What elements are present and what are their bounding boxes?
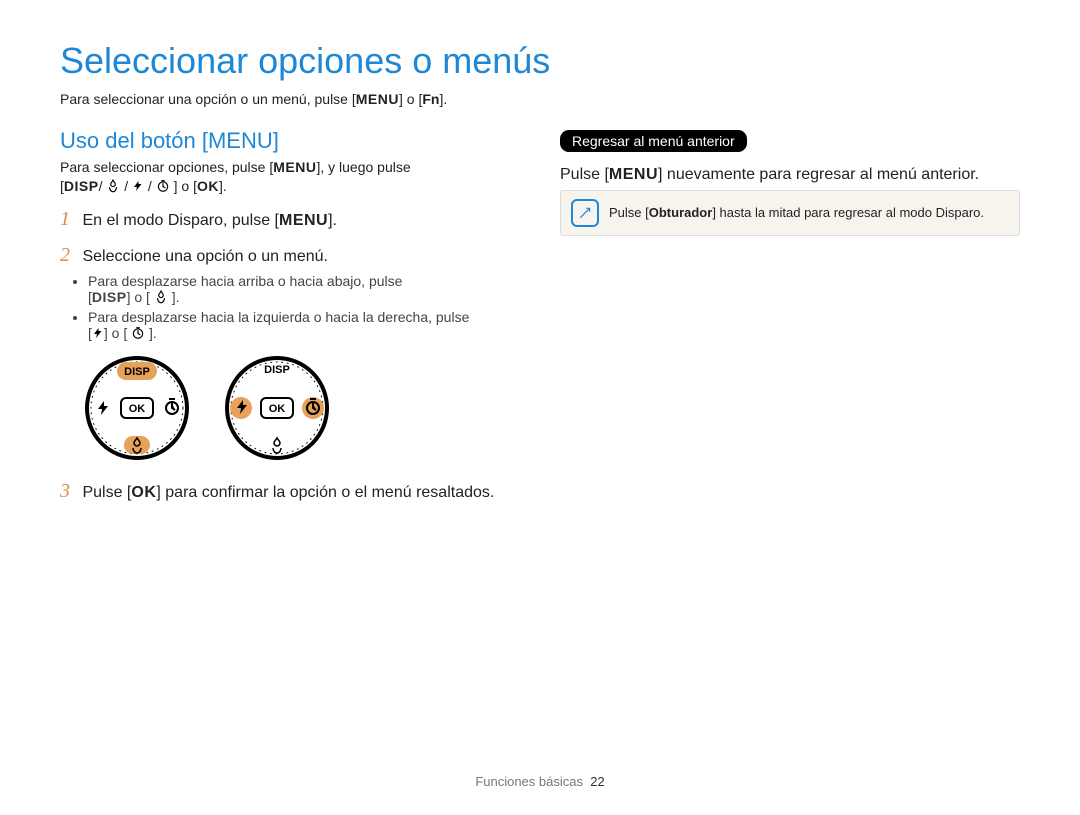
svg-text:OK: OK <box>269 403 286 415</box>
fn-key: Fn <box>422 91 439 107</box>
svg-text:OK: OK <box>129 403 146 415</box>
section-intro: Para seleccionar opciones, pulse [MENU],… <box>60 158 520 197</box>
left-column: Uso del botón [MENU] Para seleccionar op… <box>60 114 520 509</box>
return-menu-text: Pulse [MENU] nuevamente para regresar al… <box>560 164 1020 186</box>
step-2: 2 Seleccione una opción o un menú. <box>60 241 520 269</box>
timer-icon <box>131 326 145 340</box>
step-3: 3 Pulse [OK] para confirmar la opción o … <box>60 477 520 505</box>
page-footer: Funciones básicas 22 <box>0 774 1080 789</box>
flash-icon <box>92 326 104 340</box>
timer-icon <box>156 179 170 193</box>
step-1: 1 En el modo Disparo, pulse [MENU]. <box>60 205 520 233</box>
step-2-sublist: Para desplazarse hacia arriba o hacia ab… <box>88 273 520 341</box>
right-column: Regresar al menú anterior Pulse [MENU] n… <box>560 114 1020 509</box>
flash-icon <box>132 179 144 193</box>
menu-key: MENU <box>356 91 399 107</box>
page-title: Seleccionar opciones o menús <box>60 40 1020 82</box>
macro-icon <box>154 290 168 304</box>
svg-text:DISP: DISP <box>264 364 290 376</box>
tip-box: Pulse [Obturador] hasta la mitad para re… <box>560 190 1020 236</box>
return-menu-pill: Regresar al menú anterior <box>560 130 747 152</box>
macro-icon <box>106 179 120 193</box>
dpad-diagram-horizontal: DISP OK <box>222 353 332 463</box>
dpad-diagram-vertical: DISP OK <box>82 353 192 463</box>
intro-line: Para seleccionar una opción o un menú, p… <box>60 90 1020 110</box>
svg-text:DISP: DISP <box>124 366 150 378</box>
section-heading: Uso del botón [MENU] <box>60 128 520 154</box>
note-icon <box>571 199 599 227</box>
